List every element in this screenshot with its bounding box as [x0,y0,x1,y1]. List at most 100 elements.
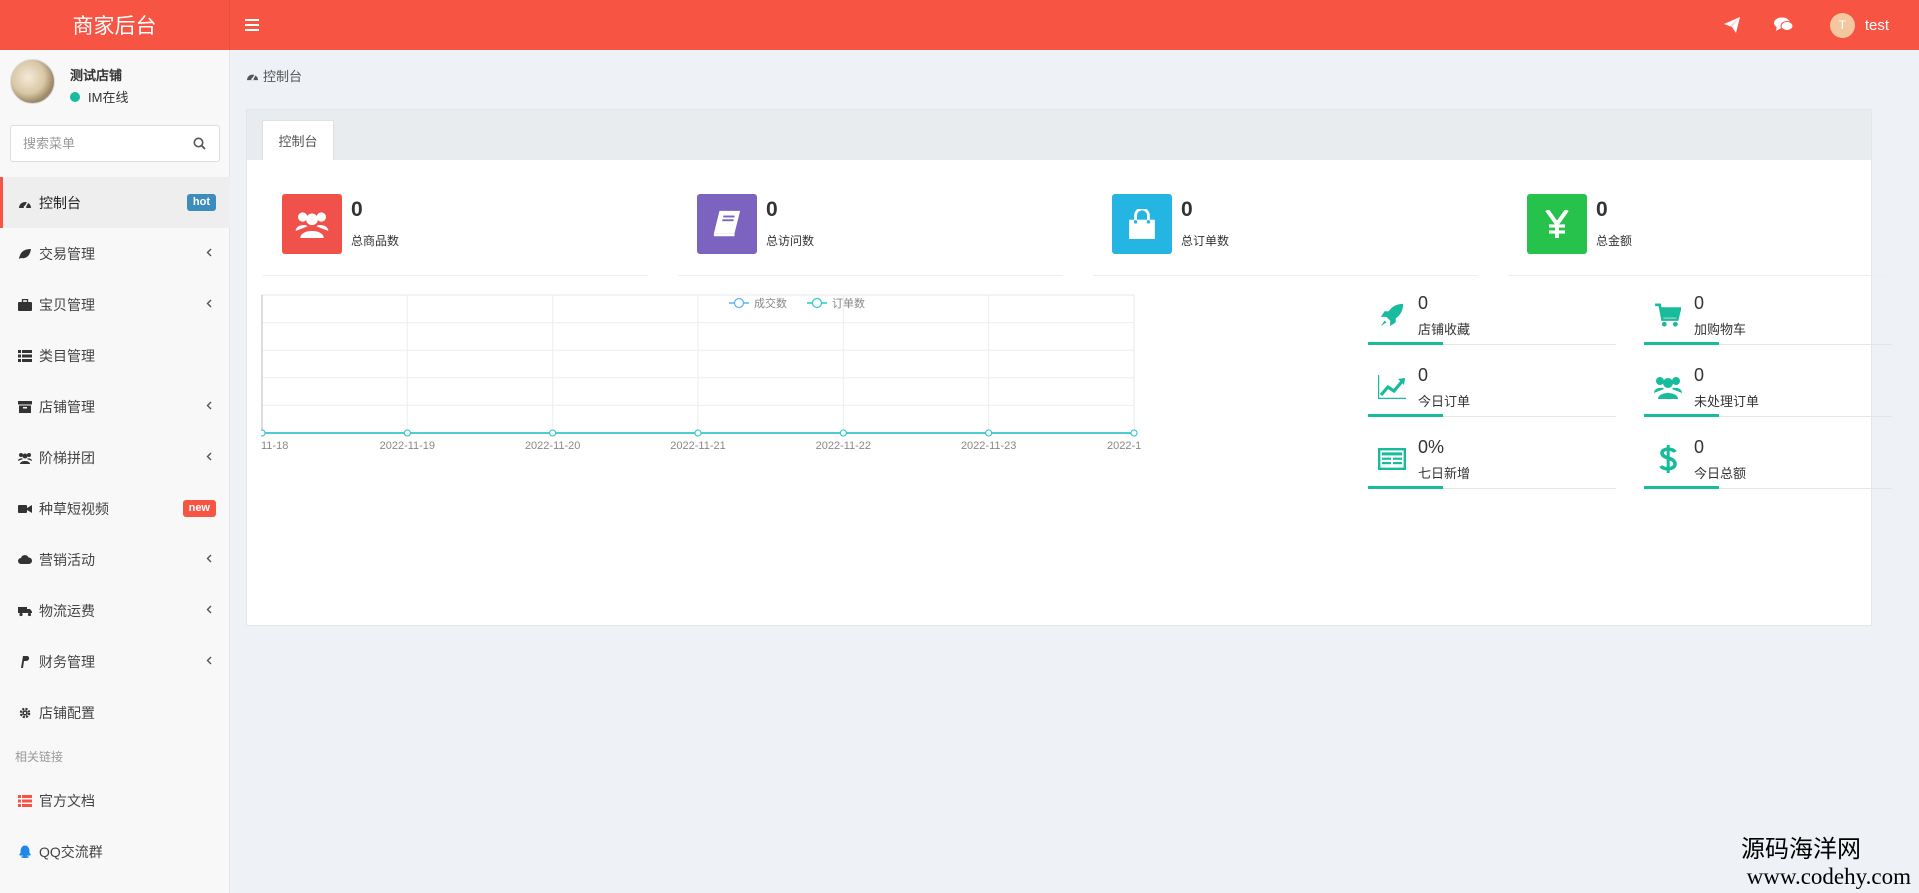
sidebar-item-qq-group[interactable]: QQ交流群 [0,826,230,877]
sidebar-item-label: 店铺管理 [39,398,95,415]
qq-icon [19,845,31,858]
chevron-left-icon [206,299,212,308]
yen-icon [1545,210,1569,238]
sidebar-item-label: 物流运费 [39,602,95,619]
accent-bar [1368,414,1443,417]
paper-plane-icon [1723,17,1740,33]
stat-value: 0 [766,198,778,221]
stat-label: 总商品数 [351,234,400,248]
briefcase-icon [18,298,32,311]
stat-value: 0 [351,198,363,221]
chart-legend-marker [811,297,823,309]
shopping-bag-icon [1129,209,1155,239]
sidebar-item-docs[interactable]: 官方文档 [0,775,230,826]
sidebar-menu: 控制台 hot 交易管理 宝贝管理 类目管理 店铺管理 阶梯拼团 种草短视频 n… [0,177,230,877]
menu-search-button[interactable] [181,126,217,161]
mini-stat-value: 0 [1694,437,1705,457]
watermark: 源码海洋网 www.codehy.com [1741,836,1911,890]
mini-stat-pending-orders: 0 未处理订单 [1644,365,1892,417]
chart-x-tick-label: 2022-11-23 [961,440,1016,452]
chart-legend-label: 成交数 [754,296,787,310]
chart-data-point [839,429,847,437]
breadcrumb-label[interactable]: 控制台 [263,66,302,85]
cloud-icon [18,554,32,564]
accent-bar [1644,414,1719,417]
gear-icon [19,707,31,718]
stat-label: 总订单数 [1181,234,1230,248]
mini-stat-value: 0 [1418,365,1429,385]
sidebar-item-video[interactable]: 种草短视频 new [0,483,230,534]
video-icon [18,504,32,513]
chart-data-point [694,429,702,437]
chart-data-point [261,429,266,437]
cart-icon [1655,303,1681,327]
sidebar-item-trade[interactable]: 交易管理 [0,228,230,279]
new-badge: new [182,500,216,517]
sidebar-item-label: 财务管理 [39,653,95,670]
leaf-icon [19,248,31,259]
archive-icon [18,400,32,413]
dashboard-icon [19,201,31,208]
stat-card-visits: 0 总访问数 [678,194,1063,276]
mini-stat-label: 未处理订单 [1694,394,1760,409]
sidebar-item-settings[interactable]: 店铺配置 [0,687,230,738]
accent-bar [1644,486,1719,489]
avatar: T [1829,12,1855,38]
sidebar-item-shop[interactable]: 店铺管理 [0,381,230,432]
chart-data-point [403,429,411,437]
sidebar-item-logistics[interactable]: 物流运费 [0,585,230,636]
chart-x-tick-label: 2022-11-19 [380,440,435,452]
chart-legend-marker [733,297,745,309]
sidebar-item-dashboard[interactable]: 控制台 hot [0,177,230,228]
messages-button[interactable] [1758,0,1810,50]
menu-toggle-button[interactable] [240,13,264,37]
bars-icon [245,19,259,31]
send-button[interactable] [1706,0,1758,50]
mini-stat-label: 今日订单 [1418,394,1471,409]
sidebar-item-label: 阶梯拼团 [39,449,95,466]
breadcrumb: 控制台 [246,66,302,85]
dashboard-panel: 控制台 0 总商品数 0 总访问数 0 总订单数 0 总金额 11-18 2022… [246,109,1893,626]
panel-tabs: 控制台 [247,110,1871,160]
mini-stat-label: 今日总额 [1694,466,1747,481]
dollar-icon [1659,445,1677,473]
mini-stat-label: 店铺收藏 [1418,322,1471,337]
watermark-line1: 源码海洋网 [1741,836,1861,863]
mini-stat-today-total: 0 今日总额 [1644,437,1892,489]
chart-x-tick-label: 2022-11-20 [525,440,580,452]
online-dot-icon [70,91,80,102]
shop-avatar [10,59,55,104]
chevron-left-icon [206,605,212,614]
stat-card-orders: 0 总订单数 [1093,194,1478,276]
sidebar-item-label: QQ交流群 [39,843,103,860]
sidebar-item-category[interactable]: 类目管理 [0,330,230,381]
sidebar-item-group-buy[interactable]: 阶梯拼团 [0,432,230,483]
watermark-line2: www.codehy.com [1746,864,1911,889]
mini-stat-label: 加购物车 [1694,322,1747,337]
sidebar-item-label: 官方文档 [39,792,95,809]
user-menu[interactable]: T test [1810,0,1919,50]
truck-icon [18,606,32,616]
sidebar-item-label: 交易管理 [39,245,95,262]
stat-value: 0 [1181,198,1193,221]
accent-bar [1368,342,1443,345]
users-icon [18,452,32,464]
brand-logo[interactable]: 商家后台 [0,0,230,50]
stat-label: 总访问数 [766,234,815,248]
menu-search-input[interactable] [11,126,181,161]
tab-dashboard[interactable]: 控制台 [262,120,334,160]
sidebar-item-label: 类目管理 [39,347,95,364]
sidebar: 测试店铺 IM在线 控制台 hot 交易管理 宝贝管理 类目管理 [0,50,230,893]
paypal-icon [21,655,30,668]
mini-stat-cart: 0 加购物车 [1644,293,1892,345]
chart-data-point [1130,429,1138,437]
mini-stat-value: 0% [1418,437,1445,457]
sidebar-item-marketing[interactable]: 营销活动 [0,534,230,585]
line-chart-icon [1378,375,1406,399]
im-status: IM在线 [70,87,128,106]
sidebar-item-goods[interactable]: 宝贝管理 [0,279,230,330]
newspaper-icon [1378,448,1406,470]
mini-stat-today-orders: 0 今日订单 [1368,365,1616,417]
accent-bar [1368,486,1443,489]
sidebar-item-finance[interactable]: 财务管理 [0,636,230,687]
